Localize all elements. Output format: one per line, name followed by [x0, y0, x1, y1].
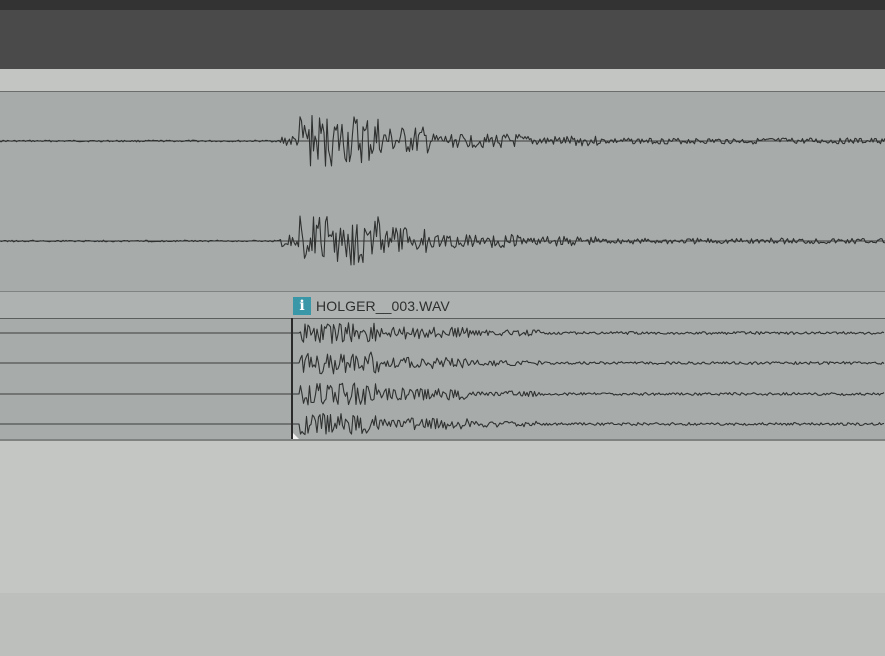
multichannel-channel-waveform: [293, 322, 885, 344]
transport-toolbar: [0, 10, 885, 69]
lower-panel: [0, 593, 885, 656]
timeline-ruler[interactable]: [0, 69, 885, 93]
multichannel-waveform: [0, 322, 885, 436]
fade-in-handle[interactable]: [293, 433, 299, 439]
window-top-strip: [0, 0, 885, 10]
info-icon[interactable]: i: [293, 297, 311, 315]
empty-track-area[interactable]: [0, 441, 885, 593]
media-item-header[interactable]: i HOLGER__003.WAV: [293, 297, 450, 315]
stereo-waveform: [0, 115, 885, 266]
track-multichannel[interactable]: [0, 319, 885, 441]
track-stereo[interactable]: [0, 92, 885, 292]
media-item-name: HOLGER__003.WAV: [316, 298, 450, 314]
media-item-left-edge[interactable]: [291, 318, 293, 439]
daw-arrange-view: i HOLGER__003.WAV: [0, 0, 885, 656]
multichannel-channel-waveform: [293, 351, 885, 375]
stereo-channel-waveform: [0, 215, 885, 266]
multichannel-channel-waveform: [293, 382, 885, 406]
multichannel-channel-waveform: [293, 412, 885, 436]
